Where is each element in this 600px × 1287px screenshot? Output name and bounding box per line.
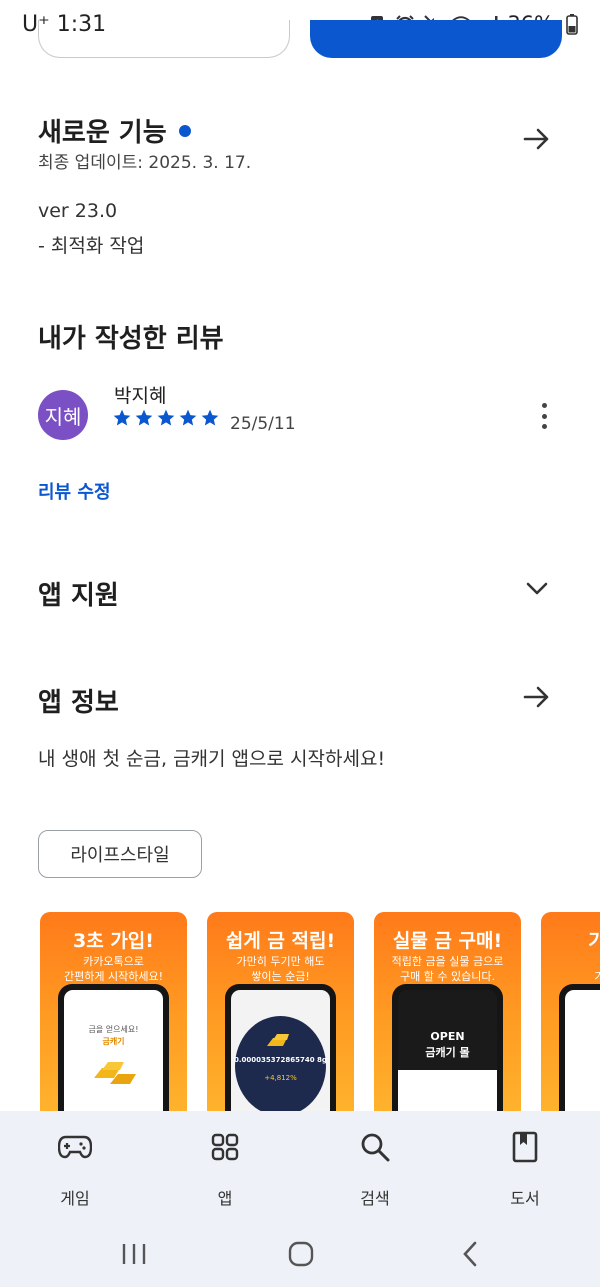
screenshot-sub-line: 카카오톡으로	[83, 955, 144, 968]
screenshot-title: 실물 금 구매!	[392, 930, 503, 952]
gold-bars-icon	[267, 1034, 289, 1046]
phone-mockup: 금을 얻으세요! 금캐기	[58, 984, 169, 1112]
top-primary-button[interactable]	[310, 20, 562, 58]
phone-screen: OPEN 금캐기 몰	[398, 990, 497, 1112]
reviewer-name: 박지혜	[114, 385, 167, 407]
version-text: ver 23.0	[38, 200, 118, 222]
nav-item-search[interactable]: 검색	[325, 1129, 425, 1209]
more-vert-icon[interactable]	[532, 400, 556, 432]
my-review-title: 내가 작성한 리뷰	[38, 324, 224, 354]
phone-screen: 금을 얻으세요! 금캐기	[64, 990, 163, 1112]
whats-new-arrow-icon[interactable]	[520, 122, 554, 156]
nav-item-apps[interactable]: 앱	[175, 1129, 275, 1209]
gamepad-icon	[57, 1129, 93, 1165]
star-icon	[179, 409, 197, 426]
nav-label: 게임	[60, 1189, 90, 1208]
nav-label: 앱	[217, 1189, 233, 1208]
screenshot-title: 기프티	[588, 930, 600, 952]
edit-review-link[interactable]: 리뷰 수정	[38, 478, 111, 504]
chevron-down-icon[interactable]	[520, 572, 554, 606]
last-updated: 최종 업데이트: 2025. 3. 17.	[38, 153, 252, 173]
product-area	[398, 1070, 497, 1112]
screenshot-sub-line: 간편하게 시작하세요!	[64, 970, 163, 983]
screenshot-title: 쉽게 금 적립!	[225, 930, 336, 952]
star-icon	[135, 409, 153, 426]
book-icon	[507, 1129, 543, 1165]
avatar: 지혜	[38, 390, 88, 440]
app-support-title[interactable]: 앱 지원	[38, 575, 119, 612]
screenshot-sub-line: 적립한 금을 실물 금으로	[391, 955, 504, 968]
new-dot-indicator	[178, 124, 191, 137]
screenshot-4[interactable]: 기프티 적립한기프티콘	[541, 912, 600, 1112]
category-chip[interactable]: 라이프스타일	[38, 830, 202, 878]
screenshot-sub-line: 쌓이는 순금!	[251, 970, 310, 983]
screenshot-sub-line: 구매 할 수 있습니다.	[400, 970, 495, 983]
nav-item-games[interactable]: 게임	[25, 1129, 125, 1209]
app-info-title[interactable]: 앱 정보	[38, 682, 119, 719]
phone-mockup: 0.000035372865740 8g +4,812%	[225, 984, 336, 1112]
star-icon	[157, 409, 175, 426]
app-description: 내 생애 첫 순금, 금캐기 앱으로 시작하세요!	[38, 748, 386, 770]
screen-text: 0.000035372865740 8g	[234, 1056, 327, 1064]
whats-new-title[interactable]: 새로운 기능	[38, 112, 191, 149]
screenshot-carousel[interactable]: 3초 가입! 카카오톡으로간편하게 시작하세요! 금을 얻으세요! 금캐기 쉽게…	[40, 912, 600, 1112]
phone-mockup: OPEN 금캐기 몰	[392, 984, 503, 1112]
search-icon	[357, 1129, 393, 1165]
phone-mockup	[559, 984, 600, 1112]
back-icon[interactable]	[450, 1237, 490, 1271]
screenshot-subtitle: 가만히 두기만 해도쌓이는 순금!	[207, 954, 354, 984]
screen-text: 금캐기	[102, 1037, 125, 1046]
screen-text: 금캐기 몰	[425, 1046, 470, 1059]
screenshot-sub-line: 가만히 두기만 해도	[236, 955, 325, 968]
screen-text: +4,812%	[264, 1074, 297, 1082]
phone-screen: 0.000035372865740 8g +4,812%	[231, 990, 330, 1112]
system-navigation-bar	[0, 1221, 600, 1287]
nav-label: 도서	[510, 1189, 540, 1208]
nav-label: 검색	[360, 1189, 390, 1208]
screenshot-title: 3초 가입!	[73, 930, 154, 952]
screenshot-sub-line: 적립한	[541, 954, 600, 969]
screenshot-3[interactable]: 실물 금 구매! 적립한 금을 실물 금으로구매 할 수 있습니다. OPEN …	[374, 912, 521, 1112]
app-info-arrow-icon[interactable]	[520, 680, 554, 714]
screenshot-1[interactable]: 3초 가입! 카카오톡으로간편하게 시작하세요! 금을 얻으세요! 금캐기	[40, 912, 187, 1112]
screenshot-sub-line: 기프티콘	[594, 970, 600, 983]
screenshot-subtitle: 카카오톡으로간편하게 시작하세요!	[40, 954, 187, 984]
star-rating	[112, 408, 220, 428]
screenshot-subtitle: 적립한기프티콘	[541, 954, 600, 984]
star-icon	[113, 409, 131, 426]
recent-apps-icon[interactable]	[114, 1237, 154, 1271]
screenshot-subtitle: 적립한 금을 실물 금으로구매 할 수 있습니다.	[374, 954, 521, 984]
star-icon	[201, 409, 219, 426]
home-icon[interactable]	[281, 1237, 321, 1271]
release-note: - 최적화 작업	[38, 235, 145, 257]
bottom-navigation: 게임 앱 검색 도서	[0, 1111, 600, 1221]
screenshot-2[interactable]: 쉽게 금 적립! 가만히 두기만 해도쌓이는 순금! 0.00003537286…	[207, 912, 354, 1112]
screen-text: 금을 얻으세요!	[88, 1025, 139, 1034]
battery-icon	[562, 13, 582, 35]
nav-item-books[interactable]: 도서	[475, 1129, 575, 1209]
apps-grid-icon	[207, 1129, 243, 1165]
phone-screen	[565, 990, 600, 1112]
whats-new-title-text: 새로운 기능	[38, 118, 167, 148]
gold-bars-icon	[94, 1062, 136, 1084]
screen-text: OPEN	[430, 1030, 465, 1043]
top-secondary-button[interactable]	[38, 20, 290, 58]
review-date: 25/5/11	[230, 414, 296, 434]
